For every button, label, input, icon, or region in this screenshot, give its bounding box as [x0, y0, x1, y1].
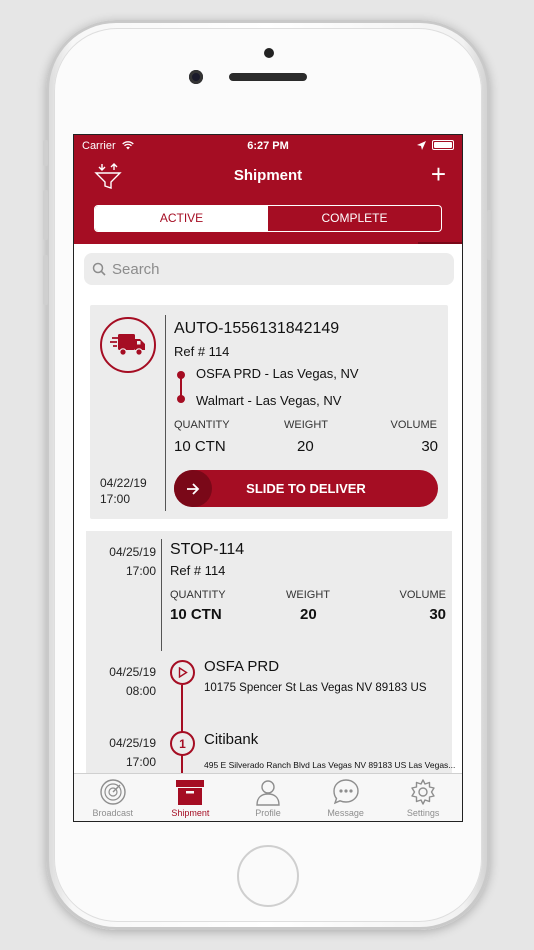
route-destination: Walmart - Las Vegas, NV	[196, 393, 342, 408]
tab-broadcast-label: Broadcast	[92, 808, 134, 818]
tab-broadcast[interactable]: Broadcast	[74, 774, 152, 821]
search-placeholder: Search	[112, 260, 160, 278]
stop-volume-label: VOLUME	[399, 589, 446, 601]
radar-icon	[100, 779, 126, 805]
stop-quantity-value: 10 CTN	[170, 606, 222, 623]
proximity-sensor	[264, 48, 274, 58]
stop-1-marker	[170, 660, 195, 685]
tab-message-label: Message	[327, 808, 364, 818]
stop-card-datetime: 04/25/19 17:00	[100, 543, 156, 581]
front-camera	[189, 70, 203, 84]
stop-1-address: 10175 Spencer St Las Vegas NV 89183 US	[204, 682, 427, 694]
card-divider	[165, 315, 166, 511]
volume-value: 30	[421, 438, 438, 455]
status-bar: Carrier 6:27 PM	[82, 140, 454, 154]
stop-id: STOP-114	[170, 541, 245, 558]
stop-card-divider	[161, 539, 162, 651]
home-button[interactable]	[237, 845, 299, 907]
slide-handle[interactable]	[174, 470, 212, 507]
search-input[interactable]: Search	[84, 253, 454, 285]
shipment-card[interactable]: 04/22/19 17:00 AUTO-1556131842149 Ref # …	[90, 305, 448, 519]
stop-ref: Ref # 114	[170, 563, 226, 578]
route-destination-dot	[177, 395, 185, 403]
stop-card-date: 04/25/19	[109, 545, 156, 559]
pickup-time: 17:00	[100, 492, 131, 506]
status-time: 6:27 PM	[247, 140, 289, 152]
tab-profile[interactable]: Profile	[229, 774, 307, 821]
earpiece-speaker	[229, 73, 307, 81]
search-icon	[92, 262, 106, 276]
stop-2-name: Citibank	[204, 731, 259, 748]
stop-2-address: 495 E Silverado Ranch Blvd Las Vegas NV …	[204, 760, 456, 770]
location-arrow-icon	[417, 140, 426, 150]
stop-1-name: OSFA PRD	[204, 658, 280, 675]
tab-message[interactable]: Message	[307, 774, 385, 821]
tab-profile-label: Profile	[255, 808, 281, 818]
shipment-ref: Ref # 114	[174, 344, 230, 359]
truck-icon	[110, 334, 145, 356]
stop-2-marker: 1	[170, 731, 195, 756]
status-right	[417, 140, 454, 150]
battery-icon	[432, 140, 454, 150]
stop-2-datetime: 04/25/19 17:00	[100, 734, 156, 772]
volume-label: VOLUME	[390, 419, 437, 431]
slide-label: SLIDE TO DELIVER	[246, 481, 366, 496]
tab-bar: Broadcast Shipment Profile Message Setti…	[74, 773, 462, 821]
stop-2-time: 17:00	[125, 755, 156, 769]
quantity-label: QUANTITY	[174, 419, 230, 431]
stop-quantity-label: QUANTITY	[170, 589, 226, 601]
shipment-id: AUTO-1556131842149	[174, 320, 340, 337]
stop-card-time: 17:00	[125, 564, 156, 578]
tab-settings-label: Settings	[406, 808, 440, 818]
app-header: Carrier 6:27 PM Shipment + ACTIVE COMPLE…	[74, 135, 462, 244]
header-accent	[418, 242, 462, 244]
pickup-date: 04/22/19	[100, 476, 147, 490]
quantity-value: 10 CTN	[174, 438, 226, 455]
volume-down-button	[43, 255, 48, 305]
stop-1-date: 04/25/19	[109, 665, 156, 679]
segment-complete[interactable]: COMPLETE	[268, 206, 441, 231]
box-icon	[176, 780, 205, 805]
app-screen: Carrier 6:27 PM Shipment + ACTIVE COMPLE…	[73, 134, 463, 822]
stop-2-date: 04/25/19	[109, 736, 156, 750]
page-title: Shipment	[233, 167, 303, 184]
tab-shipment[interactable]: Shipment	[152, 774, 230, 821]
status-segmented-control: ACTIVE COMPLETE	[94, 205, 442, 232]
person-icon	[256, 780, 280, 806]
add-shipment-button[interactable]: +	[431, 161, 446, 187]
tab-shipment-label: Shipment	[171, 808, 210, 818]
weight-value: 20	[297, 438, 314, 455]
tab-settings[interactable]: Settings	[384, 774, 462, 821]
stop-1-datetime: 04/25/19 08:00	[100, 663, 156, 701]
segment-active[interactable]: ACTIVE	[95, 206, 268, 231]
route-origin: OSFA PRD - Las Vegas, NV	[196, 366, 359, 381]
slide-to-deliver[interactable]: SLIDE TO DELIVER	[174, 470, 438, 507]
gear-icon	[411, 779, 435, 805]
power-button	[487, 210, 492, 260]
stop-weight-label: WEIGHT	[286, 589, 330, 601]
stop-weight-value: 20	[300, 606, 317, 623]
stop-volume-value: 30	[429, 606, 446, 623]
arrow-right-icon	[187, 482, 200, 495]
volume-up-button	[43, 190, 48, 240]
stop-1-time: 08:00	[125, 684, 156, 698]
chat-icon	[332, 779, 359, 805]
mute-switch	[43, 140, 48, 166]
truck-badge	[100, 317, 156, 373]
pickup-datetime: 04/22/19 17:00	[100, 475, 147, 507]
weight-label: WEIGHT	[284, 419, 328, 431]
play-icon	[178, 667, 188, 678]
